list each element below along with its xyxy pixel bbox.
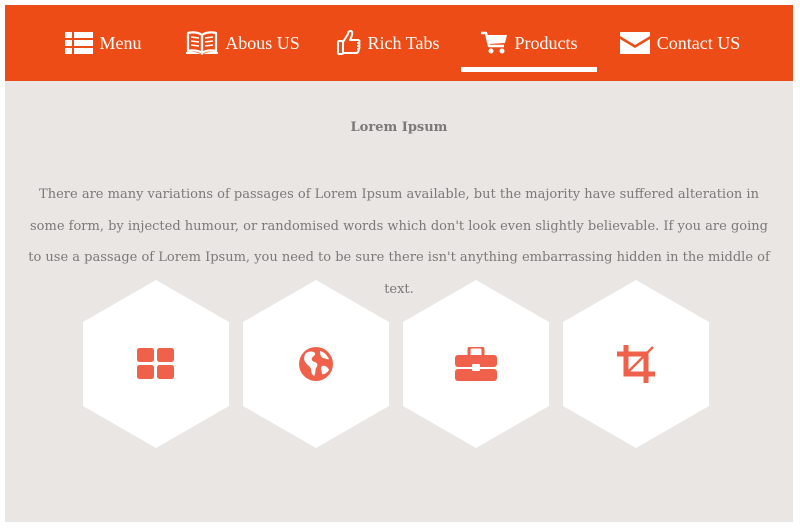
hex-tile-globe[interactable] <box>243 280 389 448</box>
hex-tile-grid[interactable] <box>83 280 229 448</box>
top-navbar: Menu Abous US Rich Tabs Products Contact… <box>5 5 793 81</box>
list-icon <box>64 32 93 54</box>
grid-icon <box>137 348 175 380</box>
hex-tile-crop[interactable] <box>563 280 709 448</box>
nav-item-rich-tabs[interactable]: Rich Tabs <box>323 5 453 81</box>
intro-paragraph: There are many variations of passages of… <box>28 187 770 297</box>
nav-label-about: Abous US <box>225 32 300 53</box>
book-icon <box>186 31 219 55</box>
cart-icon <box>480 31 508 55</box>
thumbs-up-icon <box>336 30 361 56</box>
globe-icon <box>298 346 334 382</box>
nav-label-rich-tabs: Rich Tabs <box>367 32 440 53</box>
nav-item-contact[interactable]: Contact US <box>607 5 753 81</box>
nav-item-products[interactable]: Products <box>461 5 597 81</box>
nav-label-menu: Menu <box>99 32 142 53</box>
hex-tile-briefcase[interactable] <box>403 280 549 448</box>
envelope-icon <box>619 32 650 54</box>
page-frame: Menu Abous US Rich Tabs Products Contact… <box>5 5 793 522</box>
nav-item-about[interactable]: Abous US <box>173 5 313 81</box>
section-title: Lorem Ipsum <box>350 120 448 135</box>
briefcase-icon <box>455 347 497 381</box>
crop-icon <box>617 345 655 383</box>
nav-label-contact: Contact US <box>656 32 741 53</box>
nav-item-menu[interactable]: Menu <box>43 5 163 81</box>
nav-label-products: Products <box>514 32 578 53</box>
